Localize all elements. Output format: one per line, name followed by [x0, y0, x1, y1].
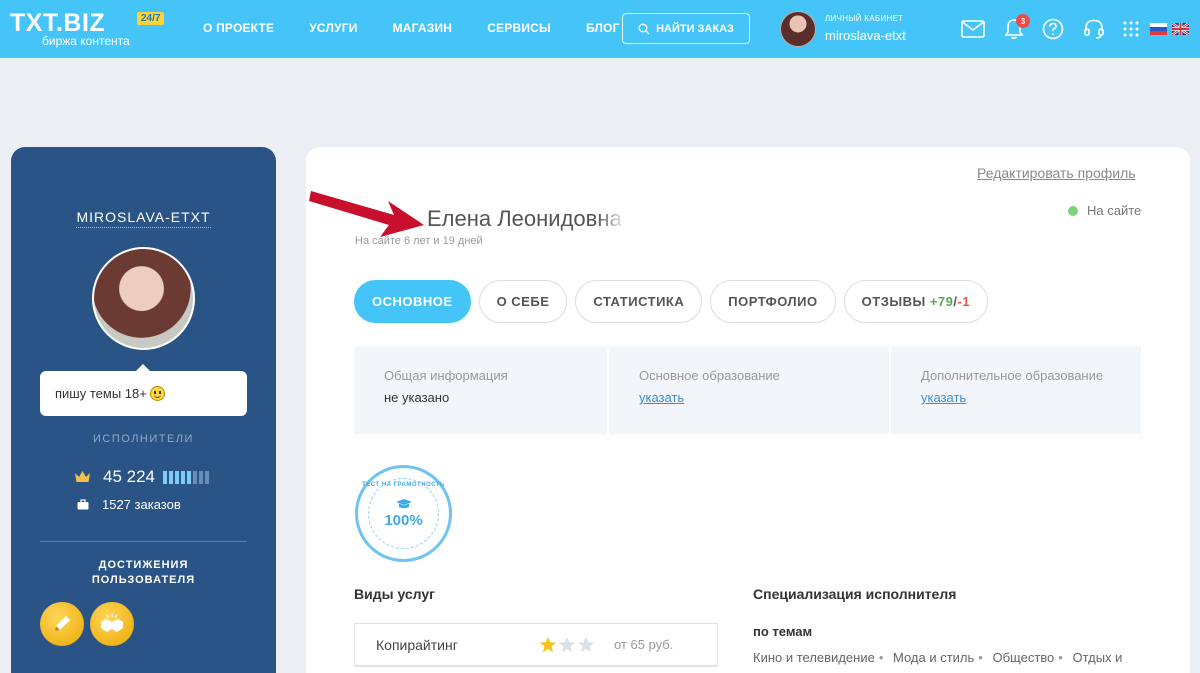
achievements-title-line1: ДОСТИЖЕНИЯ	[98, 559, 189, 571]
status-bubble: пишу темы 18+	[40, 364, 247, 416]
specialization-title: Специализация исполнителя	[753, 586, 957, 602]
crown-icon	[75, 471, 90, 482]
rating-level-segment	[169, 470, 173, 484]
extra-education-cell: Дополнительное образование указать	[891, 346, 1141, 434]
literacy-test-badge[interactable]: ТЕСТ НА ГРАМОТНОСТЬ 100%	[355, 465, 452, 562]
header-user-avatar[interactable]	[780, 11, 816, 47]
uk-flag-icon[interactable]	[1172, 23, 1189, 35]
notification-count-badge: 3	[1016, 14, 1030, 28]
nav-item-tools[interactable]: СЕРВИСЫ	[487, 21, 551, 35]
tab-reviews[interactable]: ОТЗЫВЫ +79/-1	[843, 280, 989, 323]
literacy-test-inner: 100%	[368, 478, 439, 549]
status-text: пишу темы 18+	[55, 386, 147, 401]
tab-about[interactable]: О СЕБЕ	[478, 280, 568, 323]
topic-item[interactable]: Отдых и	[1072, 650, 1122, 665]
extra-education-label: Дополнительное образование	[921, 368, 1104, 383]
topics-list: Кино и телевидение • Мода и стиль • Общест…	[753, 650, 1123, 665]
online-dot-icon	[1068, 205, 1078, 216]
rating-level-bar	[163, 470, 211, 484]
topics-label: по темам	[753, 624, 813, 639]
account-login[interactable]: miroslava-etxt	[825, 28, 906, 43]
reviews-negative: -1	[957, 294, 971, 309]
orders-row: 1527 заказов	[77, 497, 181, 512]
tab-portfolio[interactable]: ПОРТФОЛИО	[710, 280, 836, 323]
services-title: Виды услуг	[354, 586, 435, 602]
pencil-icon[interactable]	[40, 602, 84, 646]
topic-item[interactable]: Кино и телевидение	[753, 650, 875, 665]
education-cell: Основное образование указать	[609, 346, 891, 434]
rating-level-segment	[163, 470, 167, 484]
sidebar-login-row: MIROSLAVA-ETXT	[11, 209, 276, 228]
services-table: Копирайтинг от 65 руб.	[354, 623, 718, 667]
member-since: На сайте 6 лет и 19 дней	[355, 235, 483, 247]
apps-grid-icon[interactable]	[1118, 16, 1144, 42]
nav-item-services[interactable]: УСЛУГИ	[309, 21, 357, 35]
service-price: от 65 руб.	[614, 637, 674, 652]
profile-name: Елена Леонидовна	[427, 206, 627, 232]
orders-count: 1527 заказов	[102, 497, 181, 512]
general-info-value: не указано	[384, 390, 450, 405]
tab-reviews-label: ОТЗЫВЫ	[861, 294, 926, 309]
profile-avatar	[92, 247, 195, 350]
nav-item-about[interactable]: О ПРОЕКТЕ	[203, 21, 274, 35]
rating-level-segment	[205, 470, 209, 484]
online-status: На сайте	[1068, 203, 1141, 218]
sidebar-divider	[40, 541, 247, 542]
extra-education-specify-link[interactable]: указать	[921, 390, 1111, 405]
rating-level-segment	[181, 470, 185, 484]
graduation-cap-icon	[395, 499, 412, 509]
tab-statistics[interactable]: СТАТИСТИКА	[575, 280, 703, 323]
logo-badge: 24/7	[137, 12, 165, 25]
education-label: Основное образование	[639, 368, 780, 383]
tab-main[interactable]: ОСНОВНОЕ	[354, 280, 471, 323]
nav-item-blog[interactable]: БЛОГ	[586, 21, 620, 35]
education-specify-link[interactable]: указать	[639, 390, 859, 405]
rating-level-segment	[187, 470, 191, 484]
star-icon	[539, 636, 557, 652]
profile-tabs: ОСНОВНОЕ О СЕБЕ СТАТИСТИКА ПОРТФОЛИО ОТЗ…	[354, 280, 996, 323]
mail-icon[interactable]	[960, 16, 986, 42]
headset-support-icon[interactable]	[1081, 16, 1107, 42]
rating-level-segment	[175, 470, 179, 484]
star-icon	[558, 636, 576, 652]
user-role: ИСПОЛНИТЕЛИ	[93, 433, 194, 445]
nav-item-shop[interactable]: МАГАЗИН	[393, 21, 453, 35]
info-panel: Общая информация не указано Основное обр…	[354, 346, 1141, 434]
top-navigation-bar: TXT.BIZ 24/7 биржа контента О ПРОЕКТЕ УС…	[0, 0, 1200, 58]
account-caption: ЛИЧНЫЙ КАБИНЕТ	[825, 14, 904, 23]
logo-subtitle: биржа контента	[42, 34, 130, 48]
russian-flag-icon[interactable]	[1150, 23, 1167, 35]
rating-level-segment	[193, 470, 197, 484]
profile-card: Редактировать профиль На сайте Елена Лео…	[306, 147, 1190, 673]
star-icon	[577, 636, 595, 652]
help-icon[interactable]	[1040, 16, 1066, 42]
profile-sidebar: MIROSLAVA-ETXT пишу темы 18+ ИСПОЛНИТЕЛИ…	[11, 147, 276, 673]
rating-row: 45 224	[74, 467, 211, 487]
service-stars	[539, 636, 614, 654]
smiley-icon	[149, 386, 165, 401]
achievements-title: ДОСТИЖЕНИЯ ПОЛЬЗОВАТЕЛЯ	[11, 558, 276, 588]
service-name: Копирайтинг	[376, 636, 458, 653]
site-logo[interactable]: TXT.BIZ 24/7 биржа контента	[10, 9, 170, 49]
search-icon	[638, 23, 650, 34]
find-order-label: НАЙТИ ЗАКАЗ	[656, 22, 734, 35]
general-info-cell: Общая информация не указано	[354, 346, 609, 434]
sidebar-login[interactable]: MIROSLAVA-ETXT	[76, 209, 211, 228]
literacy-test-percent: 100%	[384, 512, 423, 529]
handshake-icon[interactable]	[90, 602, 134, 646]
online-status-label: На сайте	[1087, 203, 1142, 218]
topic-item[interactable]: Мода и стиль	[893, 650, 974, 665]
rating-value: 45 224	[103, 467, 155, 486]
achievements-title-line2: ПОЛЬЗОВАТЕЛЯ	[91, 574, 196, 586]
reviews-positive: +79	[929, 294, 954, 309]
main-nav: О ПРОЕКТЕ УСЛУГИ МАГАЗИН СЕРВИСЫ БЛОГ	[203, 21, 655, 35]
rating-level-segment	[199, 470, 203, 484]
edit-profile-link[interactable]: Редактировать профиль	[977, 165, 1136, 181]
topic-item[interactable]: Общество	[992, 650, 1054, 665]
briefcase-icon	[77, 499, 89, 510]
table-row[interactable]: Копирайтинг от 65 руб.	[355, 624, 717, 666]
literacy-test-text: ТЕСТ НА ГРАМОТНОСТЬ	[362, 482, 445, 488]
find-order-button[interactable]: НАЙТИ ЗАКАЗ	[622, 13, 750, 44]
general-info-label: Общая информация	[384, 368, 508, 383]
